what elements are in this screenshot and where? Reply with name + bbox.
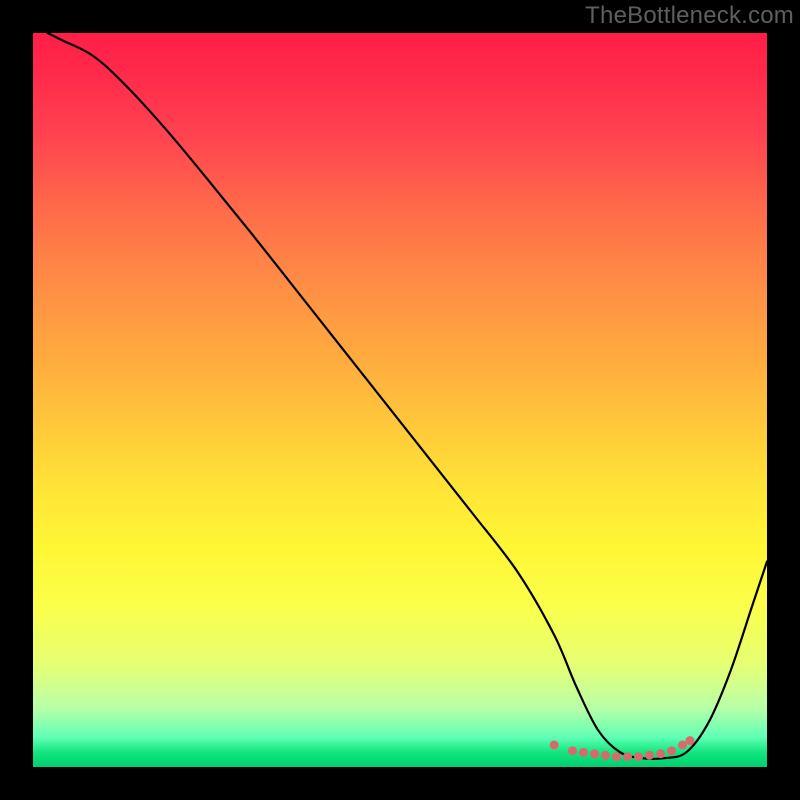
highlight-dot bbox=[550, 740, 559, 749]
highlight-dot bbox=[568, 746, 577, 755]
highlight-dot bbox=[645, 751, 654, 760]
watermark-text: TheBottleneck.com bbox=[585, 2, 794, 30]
chart-frame: TheBottleneck.com bbox=[0, 0, 800, 800]
highlight-dot bbox=[667, 746, 676, 755]
highlight-dot bbox=[634, 752, 643, 761]
highlight-dot bbox=[579, 748, 588, 757]
highlight-dot bbox=[656, 749, 665, 758]
bottleneck-curve bbox=[48, 33, 767, 759]
highlight-dot bbox=[685, 736, 694, 745]
highlight-dot bbox=[612, 752, 621, 761]
plot-area bbox=[33, 33, 767, 767]
highlight-dot bbox=[590, 749, 599, 758]
highlight-dot bbox=[601, 751, 610, 760]
chart-svg bbox=[33, 33, 767, 767]
highlight-dot bbox=[623, 752, 632, 761]
